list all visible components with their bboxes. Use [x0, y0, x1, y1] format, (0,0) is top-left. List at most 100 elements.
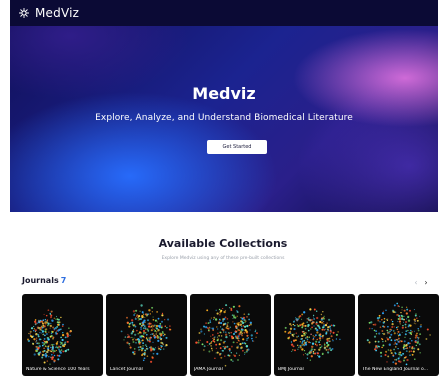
scatter-point — [52, 351, 55, 354]
scatter-point — [243, 331, 246, 334]
scatter-point — [315, 344, 319, 347]
scatter-point — [284, 330, 287, 333]
scatter-point — [377, 340, 380, 343]
scatter-point — [136, 339, 139, 341]
journal-card[interactable]: BMJ Journal — [274, 294, 355, 376]
scatter-point — [38, 327, 41, 329]
scatter-point — [225, 326, 228, 329]
scatter-point — [306, 338, 309, 341]
get-started-button[interactable]: Get Started — [207, 140, 267, 154]
scatter-point — [197, 341, 200, 344]
scatter-point — [396, 333, 398, 335]
scatter-point — [319, 346, 322, 349]
scatter-point — [237, 325, 239, 327]
scatter-point — [244, 353, 246, 356]
scatter-point — [130, 332, 133, 335]
scatter-point — [142, 344, 144, 347]
scatter-point — [242, 325, 245, 327]
scatter-point — [213, 316, 216, 319]
scatter-point — [236, 346, 239, 349]
scatter-point — [52, 337, 54, 340]
scatter-point — [214, 357, 216, 359]
scatter-point — [50, 348, 53, 351]
scatter-point — [209, 321, 212, 323]
scatter-point — [68, 327, 70, 329]
scatter-point — [159, 348, 162, 351]
scatter-point — [397, 326, 399, 328]
scatter-point — [220, 326, 222, 328]
journal-card[interactable]: The New England Journal o... — [358, 294, 439, 376]
scatter-point — [400, 314, 403, 317]
chevron-right-icon[interactable]: › — [421, 277, 431, 287]
scatter-point — [388, 336, 391, 339]
scatter-point — [230, 345, 233, 348]
scatter-point — [380, 337, 383, 340]
scatter-point — [39, 331, 41, 334]
top-navbar: MedViz — [10, 0, 438, 26]
scatter-point — [223, 331, 225, 333]
scatter-point — [244, 321, 246, 324]
scatter-point — [294, 349, 296, 352]
scatter-point — [318, 344, 321, 346]
scatter-point — [154, 329, 157, 332]
scatter-point — [62, 332, 64, 334]
scatter-point — [407, 329, 409, 332]
scatter-point — [227, 321, 229, 324]
scatter-point — [127, 335, 130, 338]
scatter-point — [299, 315, 302, 318]
scatter-point — [407, 319, 411, 322]
scatter-point — [322, 317, 326, 320]
scatter-point — [316, 316, 319, 320]
scatter-point — [239, 342, 242, 346]
scatter-point — [151, 333, 154, 335]
scatter-point — [392, 354, 394, 356]
scatter-point — [389, 330, 391, 333]
scatter-point — [139, 335, 142, 338]
scatter-point — [387, 355, 390, 358]
scatter-point — [69, 330, 72, 333]
scatter-point — [226, 345, 229, 348]
scatter-point — [134, 317, 137, 320]
scatter-point — [159, 336, 161, 338]
scatter-point — [142, 342, 144, 344]
scatter-point — [380, 355, 383, 358]
scatter-point — [311, 342, 315, 345]
brand-name[interactable]: MedViz — [35, 6, 79, 20]
scatter-point — [408, 325, 410, 327]
scatter-point — [388, 343, 391, 346]
scatter-point — [49, 344, 51, 346]
scatter-point — [203, 349, 205, 351]
scatter-point — [34, 331, 37, 333]
scatter-point — [293, 333, 295, 335]
journal-card[interactable]: Nature & Science 100 Years — [22, 294, 103, 376]
scatter-point — [309, 359, 311, 361]
journal-card[interactable]: Lancet Journal — [106, 294, 187, 376]
scatter-point — [52, 330, 54, 333]
scatter-point — [374, 323, 377, 326]
scatter-point — [139, 345, 142, 349]
scatter-point — [165, 343, 168, 347]
journals-count: 7 — [60, 276, 67, 285]
scatter-point — [246, 326, 249, 328]
scatter-point — [425, 338, 428, 340]
scatter-point — [315, 322, 318, 325]
scatter-point — [318, 355, 321, 358]
scatter-point — [312, 350, 315, 353]
scatter-point — [389, 349, 392, 352]
scatter-point — [224, 355, 226, 357]
scatter-point — [311, 321, 314, 324]
scatter-point — [147, 319, 149, 322]
scatter-point — [47, 322, 50, 325]
scatter-point — [308, 351, 311, 355]
scatter-point — [401, 317, 404, 321]
scatter-point — [411, 353, 414, 356]
scatter-point — [138, 338, 141, 341]
scatter-point — [45, 314, 48, 317]
scatter-point — [241, 328, 244, 331]
chevron-left-icon[interactable]: ‹ — [411, 277, 421, 287]
journal-card[interactable]: JAMA Journal — [190, 294, 271, 376]
scatter-point — [323, 344, 326, 346]
scatter-point — [129, 322, 132, 324]
scatter-point — [163, 333, 166, 336]
scatter-point — [410, 329, 412, 332]
